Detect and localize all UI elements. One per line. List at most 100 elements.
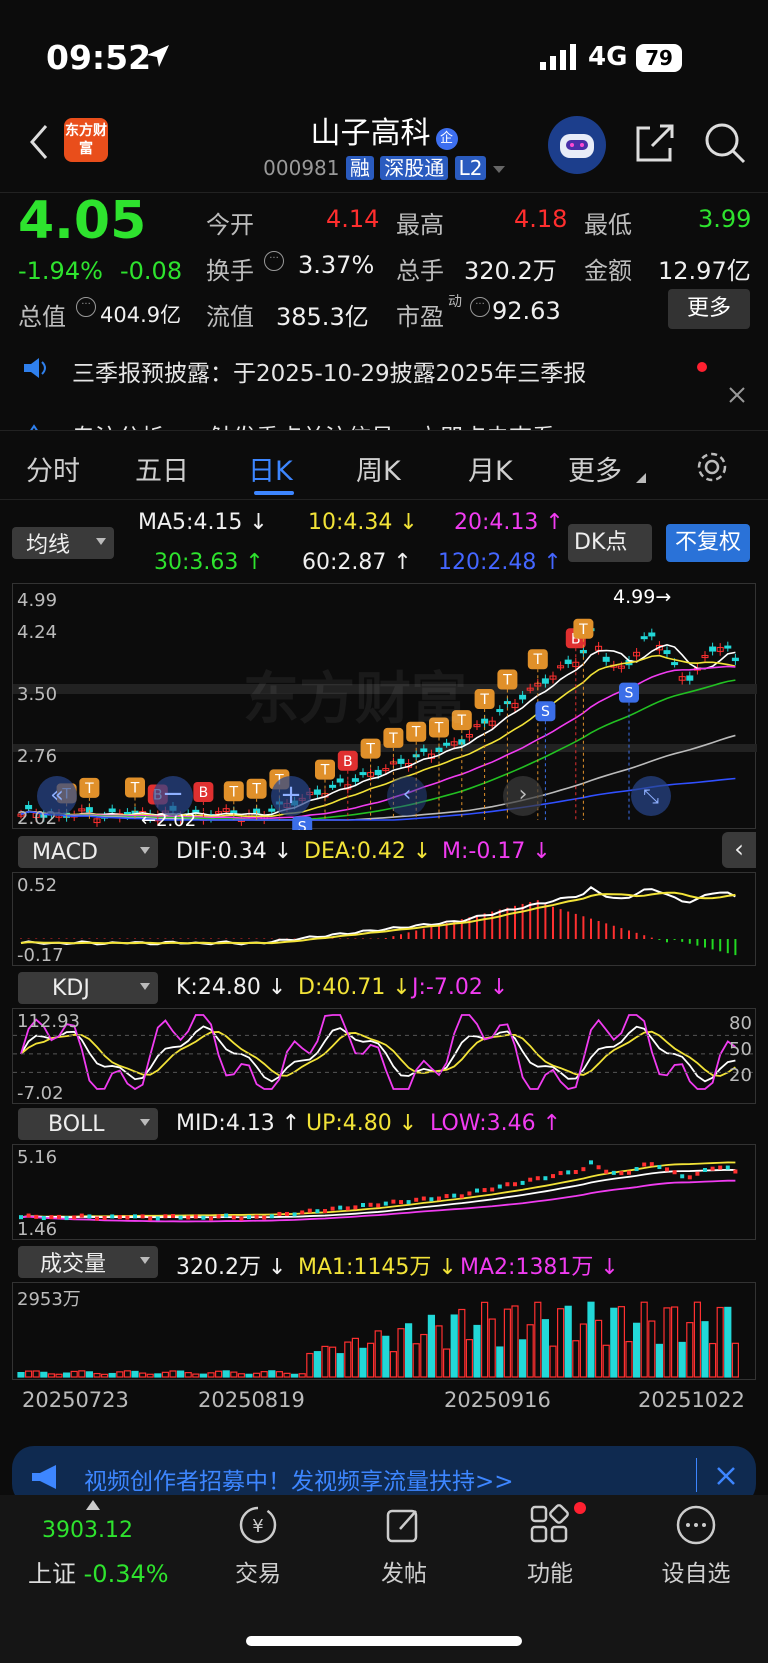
boll-candle (26, 1213, 31, 1218)
tab-weekly-k[interactable]: 周K (356, 449, 401, 488)
ma10-text: 10:4.34 (308, 510, 393, 535)
tab-monthly-k[interactable]: 月K (468, 449, 513, 488)
notice-text-2[interactable]: 专注分析：…触发重点关注信号，立即点击查看 (72, 418, 555, 430)
volume-bar (526, 1324, 534, 1378)
boll-panel: 5.16 1.46 (12, 1144, 756, 1240)
volume-bar (625, 1340, 633, 1378)
volume-bar (564, 1305, 572, 1378)
volume-bar (359, 1347, 367, 1378)
boll-candle (125, 1215, 130, 1220)
collapse-arrow-icon[interactable]: ‹ (722, 832, 756, 868)
volume-bar (123, 1370, 132, 1378)
watchlist-icon[interactable] (674, 1503, 718, 1547)
boll-candle (581, 1167, 586, 1172)
tab-daily-k[interactable]: 日K (248, 449, 293, 488)
info-icon[interactable]: ··· (264, 251, 284, 271)
boll-candle (239, 1216, 244, 1221)
index-name[interactable]: 上证 -0.34% (28, 1554, 169, 1589)
boll-candle (399, 1200, 403, 1205)
fullscreen-icon[interactable]: ⤡ (631, 776, 671, 816)
macd-selector[interactable]: MACD (18, 836, 158, 868)
date-label: 20251022 (638, 1388, 745, 1412)
volume-bar (237, 1373, 245, 1378)
kdj-selector[interactable]: KDJ (18, 972, 158, 1004)
close-icon[interactable] (716, 1466, 736, 1486)
volume-bar (253, 1372, 261, 1378)
tab-more[interactable]: 更多 (568, 449, 622, 488)
date-label: 20250723 (22, 1388, 129, 1412)
tag-margin: 融 (345, 156, 374, 180)
scroll-left-icon[interactable]: « (37, 776, 77, 816)
ma-selector[interactable]: 均线 (12, 527, 114, 559)
volume-bar (435, 1325, 443, 1378)
volume-label: 总手 (396, 257, 444, 285)
volume-bar (291, 1373, 299, 1378)
vol-ma2-text: MA2:1381万 (460, 1255, 594, 1280)
boll-candle (642, 1162, 647, 1167)
close-icon[interactable] (728, 386, 746, 404)
kdj-name: KDJ (52, 975, 90, 1001)
boll-candle (57, 1214, 61, 1219)
volume-bar (62, 1372, 71, 1378)
volume-bar (519, 1339, 527, 1378)
chevron-down-icon (140, 1119, 150, 1126)
gear-icon[interactable] (694, 449, 730, 485)
volume-bar (655, 1343, 664, 1378)
index-value[interactable]: 3903.12 (42, 1518, 133, 1543)
status-bar: 09:52 4G 79 (0, 0, 768, 110)
boll-candle (133, 1214, 137, 1219)
boll-candle (665, 1167, 669, 1172)
enterprise-badge: 企 (435, 127, 458, 150)
nav-add-watchlist[interactable]: 设自选 (646, 1554, 746, 1588)
home-indicator (246, 1636, 522, 1646)
kline-panel[interactable]: TTTBBTTTSTBTTTTTTTTSBTS 4.99 4.24 3.50 2… (12, 583, 757, 837)
analysis-icon (30, 424, 38, 430)
volume-bar (329, 1346, 337, 1378)
info-icon[interactable]: ··· (76, 297, 96, 317)
tab-five-day[interactable]: 五日 (135, 449, 189, 488)
signal-marker-label: T (320, 763, 330, 779)
volume-bar (443, 1348, 451, 1378)
volume-bar (716, 1306, 724, 1378)
boll-candle (277, 1211, 282, 1216)
boll-candle (391, 1199, 396, 1204)
apps-icon[interactable] (528, 1503, 572, 1547)
dk-point-button[interactable]: DK点 (568, 524, 652, 562)
share-icon[interactable] (632, 120, 678, 166)
trade-icon[interactable]: ¥ (236, 1503, 280, 1547)
info-icon[interactable]: ··· (470, 297, 490, 317)
ma10-value: 10:4.34 ↓ (308, 510, 418, 535)
volume-bar (154, 1373, 162, 1378)
boll-selector[interactable]: BOLL (18, 1108, 158, 1140)
compose-icon[interactable] (382, 1503, 426, 1547)
ma5-text: MA5:4.15 (138, 510, 243, 535)
zoom-in-icon[interactable]: + (271, 776, 311, 816)
boll-candle (323, 1209, 327, 1214)
prev-icon[interactable]: ‹ (387, 776, 427, 816)
boll-candle (695, 1171, 700, 1176)
tab-intraday[interactable]: 分时 (26, 449, 80, 488)
ma120-text: 120:2.48 (438, 550, 537, 575)
chevron-down-icon[interactable] (492, 166, 505, 173)
banner-text[interactable]: 视频创作者招募中！发视频享流量扶持>> (84, 1462, 514, 1496)
next-icon[interactable]: › (503, 776, 543, 816)
boll-candle (383, 1201, 388, 1206)
boll-candle (634, 1167, 639, 1172)
boll-candle (376, 1203, 381, 1208)
nav-functions[interactable]: 功能 (500, 1554, 600, 1588)
search-icon[interactable] (702, 120, 748, 166)
candle (268, 808, 276, 812)
tag-connect: 深股通 (380, 156, 449, 180)
chevron-down-icon (140, 847, 150, 854)
volume-bar (336, 1353, 344, 1378)
assistant-avatar[interactable] (548, 116, 606, 174)
no-adjust-button[interactable]: 不复权 (666, 524, 750, 562)
nav-trade[interactable]: 交易 (208, 1554, 308, 1588)
volume-bar (534, 1301, 542, 1378)
more-button[interactable]: 更多 (668, 289, 750, 329)
zoom-out-icon[interactable]: − (153, 776, 193, 816)
boll-candle (490, 1187, 495, 1192)
volume-selector[interactable]: 成交量 (18, 1246, 158, 1278)
nav-post[interactable]: 发帖 (354, 1554, 454, 1588)
notice-text[interactable]: 三季报预披露：于2025-10-29披露2025年三季报 (72, 354, 586, 388)
